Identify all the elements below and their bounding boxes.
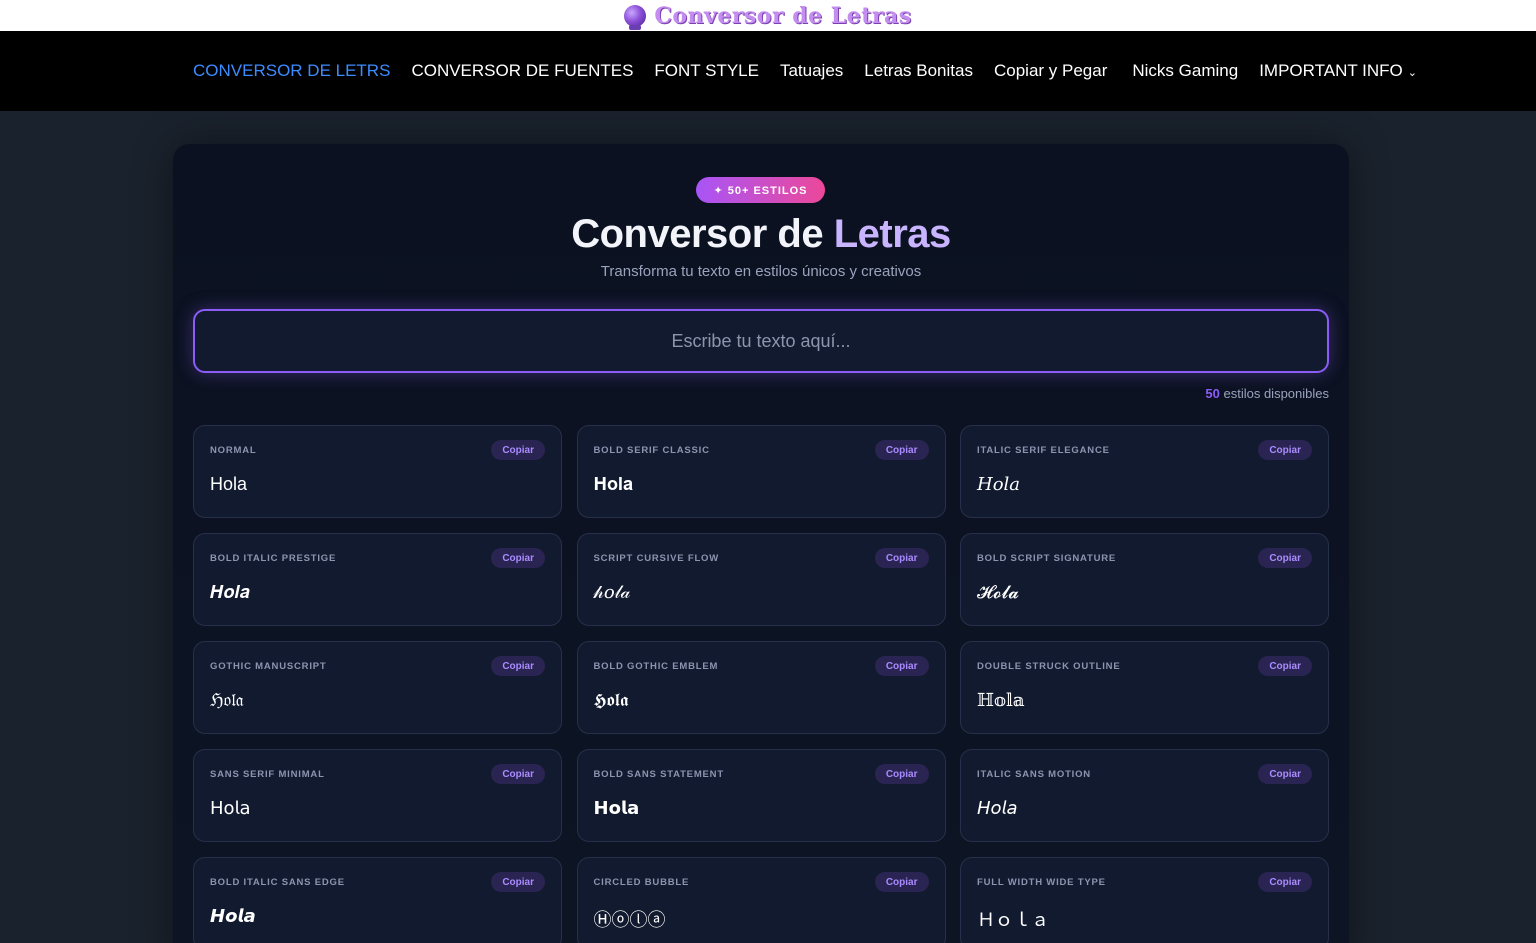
nav-item-label: Letras Bonitas [864,61,973,80]
copy-button[interactable]: Copiar [491,656,545,676]
style-preview: Ｈｏｌａ [977,910,1049,931]
style-preview: 𝖧𝗈𝗅𝖺 [210,798,251,819]
style-name: BOLD SCRIPT SIGNATURE [977,553,1117,564]
style-card[interactable]: FULL WIDTH WIDE TYPE Copiar Ｈｏｌａ [960,857,1329,943]
style-card[interactable]: ITALIC SERIF ELEGANCE Copiar 𝐻𝑜𝑙𝑎 [960,425,1329,518]
nav-item-label: CONVERSOR DE LETRS [193,61,391,80]
style-name: NORMAL [210,445,257,456]
page-subtitle: Transforma tu texto en estilos únicos y … [600,263,922,280]
nav-item-label: IMPORTANT INFO [1259,61,1403,80]
main-nav: CONVERSOR DE LETRS CONVERSOR DE FUENTES … [0,31,1536,111]
nav-item-conversor-de-letrs[interactable]: CONVERSOR DE LETRS [193,61,390,81]
style-name: BOLD SANS STATEMENT [593,769,724,780]
nav-item-copiar-y-pegar[interactable]: Copiar y Pegar [994,61,1107,81]
nav-item-label: Copiar y Pegar [993,61,1108,80]
style-name: GOTHIC MANUSCRIPT [210,661,327,672]
style-name: SCRIPT CURSIVE FLOW [593,553,720,564]
style-card[interactable]: BOLD SANS STATEMENT Copiar 𝗛𝗼𝗹𝗮 [576,749,946,842]
style-preview: ℍ𝕠𝕝𝕒 [977,690,1025,711]
copy-button[interactable]: Copiar [874,656,929,676]
nav-item-label: Nicks Gaming [1132,61,1239,80]
site-logo[interactable]: Conversor de Letras [654,3,911,29]
style-card[interactable]: CIRCLED BUBBLE Copiar Ⓗⓞⓛⓐ [576,857,946,943]
converter-card: ✦ 50+ ESTILOS Conversor de Letras Transf… [173,144,1349,943]
text-input[interactable] [195,311,1327,371]
copy-button[interactable]: Copiar [491,440,545,460]
style-name: SANS SERIF MINIMAL [210,769,325,780]
copy-button[interactable]: Copiar [874,548,929,568]
copy-button[interactable]: Copiar [1258,656,1312,676]
style-preview: 𝑯𝒐𝒍𝒂 [210,582,250,603]
nav-item-font-style[interactable]: FONT STYLE [654,61,759,81]
style-preview: Ⓗⓞⓛⓐ [593,910,666,931]
style-card[interactable]: SANS SERIF MINIMAL Copiar 𝖧𝗈𝗅𝖺 [193,749,562,842]
style-card[interactable]: ITALIC SANS MOTION Copiar 𝘏𝘰𝘭𝘢 [960,749,1329,842]
title-accent: Letras [833,212,952,256]
style-name: FULL WIDTH WIDE TYPE [977,877,1106,888]
styles-count-number: 50 [1205,386,1220,401]
styles-count: 50 estilos disponibles [1205,386,1329,401]
styles-badge: ✦ 50+ ESTILOS [696,177,825,203]
style-name: BOLD SERIF CLASSIC [593,445,710,456]
style-preview: 𝙃𝙤𝙡𝙖 [210,906,256,927]
copy-button[interactable]: Copiar [874,764,929,784]
chevron-down-icon: ⌄ [1407,66,1417,79]
style-card[interactable]: BOLD SERIF CLASSIC Copiar 𝐇𝐨𝐥𝐚 [576,425,946,518]
style-name: BOLD GOTHIC EMBLEM [593,661,719,672]
text-input-wrapper [193,309,1329,373]
style-name: BOLD ITALIC PRESTIGE [210,553,337,564]
style-preview: 𝓗𝓸𝓵𝓪 [977,582,1020,603]
style-name: BOLD ITALIC SANS EDGE [210,877,345,888]
style-preview: ℌ𝔬𝔩𝔞 [210,690,244,711]
style-card[interactable]: BOLD SCRIPT SIGNATURE Copiar 𝓗𝓸𝓵𝓪 [960,533,1329,626]
copy-button[interactable]: Copiar [1258,872,1312,892]
nav-item-nicks-gaming[interactable]: Nicks Gaming [1132,61,1238,81]
style-card[interactable]: BOLD GOTHIC EMBLEM Copiar 𝕳𝖔𝖑𝖆 [576,641,946,734]
nav-item-label: CONVERSOR DE FUENTES [411,61,634,80]
title-main: Conversor de [571,212,824,256]
style-preview: 𝗛𝗼𝗹𝗮 [593,798,640,819]
nav-item-conversor-de-fuentes[interactable]: CONVERSOR DE FUENTES [411,61,633,81]
style-name: ITALIC SANS MOTION [977,769,1091,780]
style-preview: 𝕳𝖔𝖑𝖆 [593,690,629,711]
copy-button[interactable]: Copiar [491,872,545,892]
nav-item-important-info[interactable]: IMPORTANT INFO ⌄ [1259,61,1417,81]
page-title: Conversor de Letras [173,212,1349,257]
nav-item-label: Tatuajes [779,61,844,80]
copy-button[interactable]: Copiar [491,548,545,568]
style-preview: 𝐻𝑜𝑙𝑎 [977,474,1021,495]
copy-button[interactable]: Copiar [1258,764,1312,784]
style-preview: 𝒽𝑜𝓁𝒶 [593,582,631,603]
style-card[interactable]: NORMAL Copiar Hola [193,425,562,518]
copy-button[interactable]: Copiar [874,872,929,892]
style-preview: 𝐇𝐨𝐥𝐚 [593,474,634,495]
crystal-ball-icon [624,4,647,30]
style-preview: 𝘏𝘰𝘭𝘢 [977,798,1018,819]
style-card[interactable]: DOUBLE STRUCK OUTLINE Copiar ℍ𝕠𝕝𝕒 [960,641,1329,734]
styles-count-label: estilos disponibles [1223,386,1329,401]
copy-button[interactable]: Copiar [1258,440,1312,460]
nav-item-tatuajes[interactable]: Tatuajes [780,61,843,81]
style-card[interactable]: BOLD ITALIC SANS EDGE Copiar 𝙃𝙤𝙡𝙖 [193,857,562,943]
style-card[interactable]: BOLD ITALIC PRESTIGE Copiar 𝑯𝒐𝒍𝒂 [193,533,562,626]
copy-button[interactable]: Copiar [491,764,545,784]
copy-button[interactable]: Copiar [874,440,929,460]
style-card[interactable]: SCRIPT CURSIVE FLOW Copiar 𝒽𝑜𝓁𝒶 [576,533,946,626]
style-name: ITALIC SERIF ELEGANCE [977,445,1110,456]
nav-item-label: FONT STYLE [654,61,759,80]
style-preview: Hola [210,474,248,494]
style-name: CIRCLED BUBBLE [593,877,690,888]
copy-button[interactable]: Copiar [1258,548,1312,568]
style-card[interactable]: GOTHIC MANUSCRIPT Copiar ℌ𝔬𝔩𝔞 [193,641,562,734]
nav-item-letras-bonitas[interactable]: Letras Bonitas [864,61,973,81]
style-grid: NORMAL Copiar Hola BOLD SERIF CLASSIC Copiar… [193,425,1329,943]
style-name: DOUBLE STRUCK OUTLINE [977,661,1121,672]
logo-bar: Conversor de Letras [0,0,1536,31]
